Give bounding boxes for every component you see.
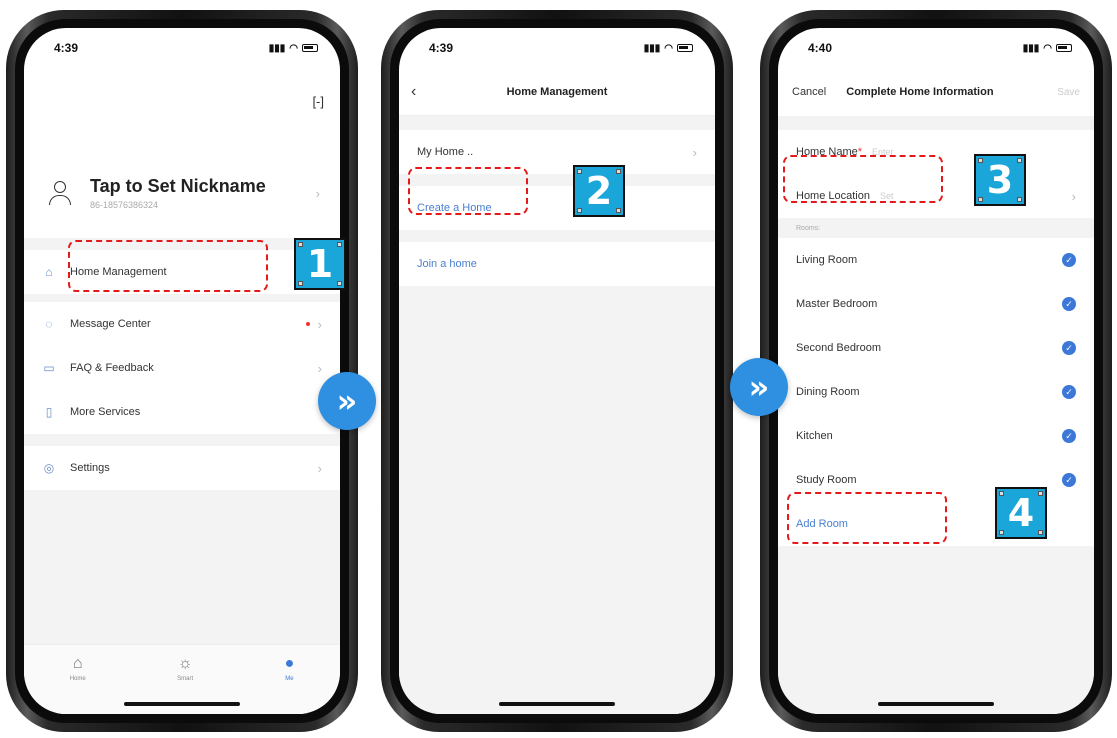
phone-complete-home-info-screen: 4:40 ▮▮▮ ◠ Cancel Complete Home Informati… (760, 10, 1112, 732)
status-time: 4:40 (808, 41, 833, 55)
status-time: 4:39 (54, 41, 79, 55)
chevron-right-icon: › (317, 360, 322, 376)
page-title: Complete Home Information (846, 86, 994, 98)
phone-number: 86-18576386324 (90, 200, 159, 210)
home-indicator (878, 702, 994, 706)
status-bar: 4:40 ▮▮▮ ◠ (778, 28, 1094, 68)
chevron-right-icon: › (317, 316, 322, 332)
signal-icon: ▮▮▮ (1022, 42, 1040, 54)
smart-tab-icon: ☼ (177, 655, 193, 672)
step-badge-4: 4 (995, 487, 1047, 539)
chevron-right-icon: › (1071, 188, 1076, 204)
signal-icon: ▮▮▮ (268, 42, 286, 54)
signal-icon: ▮▮▮ (643, 42, 661, 54)
status-time: 4:39 (429, 41, 454, 55)
tutorial-stage: 4:39 ▮▮▮ ◠ [-] Tap to Set Nickname 86-185… (0, 0, 1117, 738)
battery-icon (677, 44, 693, 52)
back-icon[interactable]: ‹ (411, 83, 416, 101)
message-icon: ◌ (45, 317, 53, 331)
menu-item-message-center[interactable]: ◌ Message Center › (24, 302, 340, 346)
wifi-icon: ◠ (664, 42, 673, 54)
home-tab-icon: ⌂ (72, 655, 83, 672)
check-icon[interactable]: ✓ (1062, 385, 1076, 399)
profile-row[interactable]: Tap to Set Nickname 86-18576386324 › (24, 158, 340, 228)
nav-bar: ‹ Home Management (399, 68, 715, 116)
check-icon[interactable]: ✓ (1062, 429, 1076, 443)
section-divider (778, 116, 1094, 130)
room-item-living-room[interactable]: Living Room ✓ (778, 238, 1094, 282)
tab-me[interactable]: ● Me (285, 655, 295, 714)
menu-item-label: More Services (70, 406, 141, 418)
menu-item-settings[interactable]: ◎ Settings › (24, 446, 340, 490)
phone-me-screen: 4:39 ▮▮▮ ◠ [-] Tap to Set Nickname 86-185… (6, 10, 358, 732)
faq-icon: ▭ (43, 361, 55, 375)
next-arrow-icon: » (730, 358, 788, 416)
menu-item-more-services[interactable]: ▯ More Services (24, 390, 340, 434)
nav-bar: Cancel Complete Home Information Save (778, 68, 1094, 116)
room-item-master-bedroom[interactable]: Master Bedroom ✓ (778, 282, 1094, 326)
section-divider (399, 230, 715, 242)
battery-icon (1056, 44, 1072, 52)
home-indicator (499, 702, 615, 706)
empty-area (24, 490, 340, 644)
step-badge-1: 1 (294, 238, 346, 290)
chevron-right-icon: › (315, 185, 320, 201)
settings-icon: ◎ (43, 461, 55, 475)
menu-item-label: Message Center (70, 318, 151, 330)
step-badge-3: 3 (974, 154, 1026, 206)
bookmark-icon: ▯ (45, 405, 53, 419)
rooms-section-label: Rooms: (778, 218, 1094, 238)
section-divider (399, 116, 715, 130)
check-icon[interactable]: ✓ (1062, 341, 1076, 355)
status-bar: 4:39 ▮▮▮ ◠ (24, 28, 340, 68)
tab-home[interactable]: ⌂ Home (70, 655, 86, 714)
cancel-button[interactable]: Cancel (792, 86, 826, 98)
me-tab-icon: ● (284, 655, 295, 672)
highlight-create-home (408, 167, 528, 215)
wifi-icon: ◠ (289, 42, 298, 54)
empty-area (778, 546, 1094, 714)
avatar-icon (48, 179, 72, 207)
phone-home-management-screen: 4:39 ▮▮▮ ◠ ‹ Home Management My Home .. ›… (381, 10, 733, 732)
join-home-link[interactable]: Join a home (399, 242, 715, 286)
empty-area (399, 286, 715, 714)
wifi-icon: ◠ (1043, 42, 1052, 54)
nickname-label: Tap to Set Nickname (90, 176, 266, 196)
home-indicator (124, 702, 240, 706)
menu-item-faq-feedback[interactable]: ▭ FAQ & Feedback › (24, 346, 340, 390)
step-badge-2: 2 (573, 165, 625, 217)
next-arrow-icon: » (318, 372, 376, 430)
scan-icon[interactable]: [-] (312, 94, 324, 109)
check-icon[interactable]: ✓ (1062, 253, 1076, 267)
menu-item-label: Settings (70, 462, 110, 474)
room-item-kitchen[interactable]: Kitchen ✓ (778, 414, 1094, 458)
chevron-right-icon: › (692, 144, 697, 160)
unread-dot (305, 322, 310, 326)
highlight-add-room (787, 492, 947, 544)
section-divider (24, 294, 340, 302)
check-icon[interactable]: ✓ (1062, 473, 1076, 487)
room-item-second-bedroom[interactable]: Second Bedroom ✓ (778, 326, 1094, 370)
check-icon[interactable]: ✓ (1062, 297, 1076, 311)
highlight-home-location (783, 155, 943, 203)
chevron-right-icon: › (317, 460, 322, 476)
section-divider (24, 434, 340, 446)
menu-item-label: FAQ & Feedback (70, 362, 154, 374)
room-item-dining-room[interactable]: Dining Room ✓ (778, 370, 1094, 414)
home-icon: ⌂ (45, 265, 53, 279)
page-title: Home Management (506, 85, 608, 98)
save-button[interactable]: Save (1057, 87, 1080, 98)
battery-icon (302, 44, 318, 52)
status-bar: 4:39 ▮▮▮ ◠ (399, 28, 715, 68)
highlight-home-management (68, 240, 268, 292)
